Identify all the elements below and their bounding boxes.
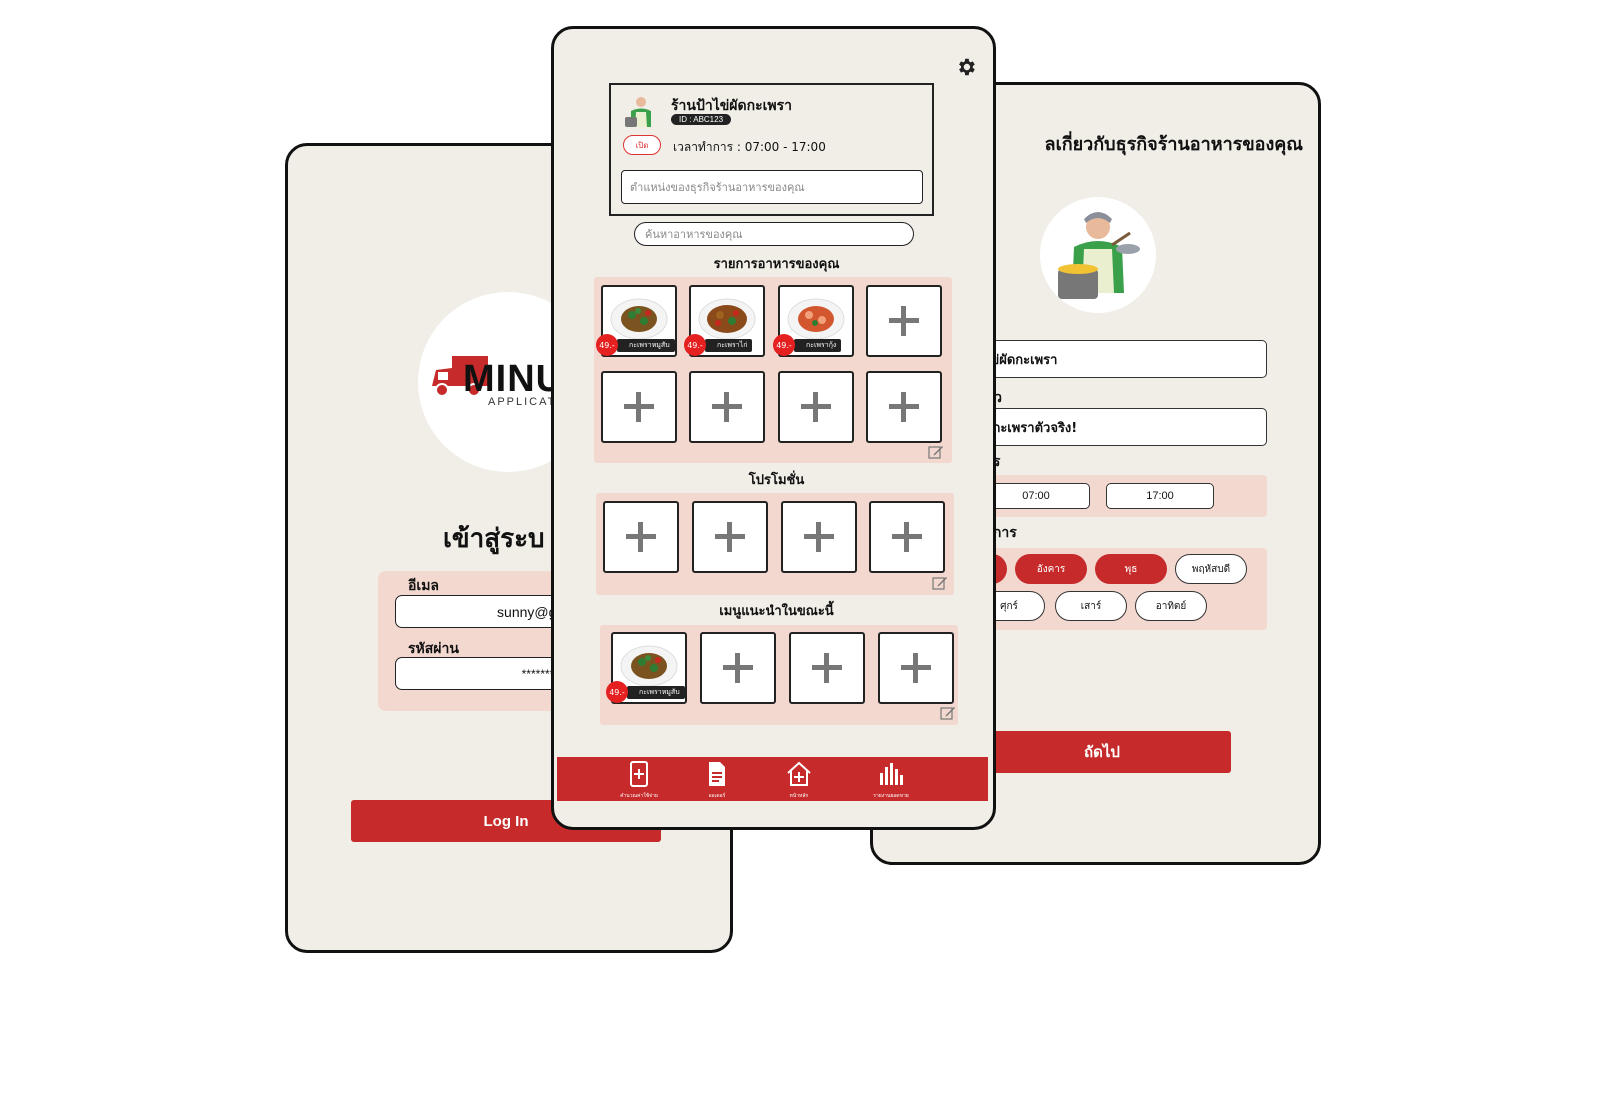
food-search-input[interactable]: ค้นหาอาหารของคุณ — [634, 222, 914, 246]
add-promo-button[interactable] — [603, 501, 679, 573]
menu-item-tile[interactable]: กะเพราหมูสับ 49.- — [596, 285, 677, 357]
add-recommend-button[interactable] — [789, 632, 865, 704]
chef-illustration-icon — [1058, 212, 1140, 299]
day-tuesday[interactable]: อังคาร — [1015, 554, 1087, 584]
menu-item-price: 49.- — [684, 334, 706, 356]
add-promo-button[interactable] — [869, 501, 945, 573]
food-image — [608, 291, 670, 343]
plus-icon — [889, 392, 919, 422]
gear-icon[interactable] — [955, 56, 977, 78]
day-thursday[interactable]: พฤหัสบดี — [1175, 554, 1247, 584]
promo-section-title: โปรโมชั่น — [748, 473, 805, 488]
menu-item-name: กะเพรากุ้ง — [794, 339, 842, 352]
add-menu-item-button[interactable] — [689, 371, 765, 443]
home-plus-icon — [787, 761, 811, 786]
plus-icon — [723, 653, 753, 683]
add-menu-item-button[interactable] — [866, 285, 942, 357]
shop-home-screen: ร้านป้าไข่ผัดกะเพรา ID : ABC123 เปิด เวล… — [551, 26, 996, 830]
logo-text: MINU — [463, 358, 565, 400]
nav-label: คำนวณค่าใช้จ่าย — [620, 793, 658, 799]
nav-label: รายงานยอดขาย — [873, 793, 909, 799]
plus-icon — [715, 522, 745, 552]
menu-item-tile[interactable]: กะเพรากุ้ง 49.- — [773, 285, 854, 357]
plus-icon — [624, 392, 654, 422]
nav-label: ออเดอร์ — [708, 793, 726, 799]
add-promo-button[interactable] — [781, 501, 857, 573]
food-image — [618, 638, 680, 690]
nav-orders[interactable]: ออเดอร์ — [677, 761, 757, 800]
recommend-item-name: กะเพราหมูสับ — [627, 686, 685, 699]
open-status-badge[interactable]: เปิด — [623, 135, 661, 155]
chef-avatar — [1040, 197, 1156, 313]
nav-label: หน้าหลัก — [789, 793, 809, 799]
menu-item-price: 49.- — [596, 334, 618, 356]
plus-icon — [801, 392, 831, 422]
shop-info-card: ร้านป้าไข่ผัดกะเพรา ID : ABC123 เปิด เวล… — [609, 83, 934, 216]
plus-icon — [626, 522, 656, 552]
add-menu-item-button[interactable] — [778, 371, 854, 443]
menu-item-price: 49.- — [773, 334, 795, 356]
menu-grid: กะเพราหมูสับ 49.- กะเพราไก่ 49.- กะเพราก… — [594, 277, 952, 463]
nav-home[interactable]: หน้าหลัก — [759, 761, 839, 800]
food-image — [785, 291, 847, 343]
plus-icon — [804, 522, 834, 552]
day-sunday[interactable]: อาทิตย์ — [1135, 591, 1207, 621]
shop-avatar-icon — [625, 97, 651, 127]
edit-icon[interactable] — [940, 705, 956, 721]
plus-icon — [712, 392, 742, 422]
edit-icon[interactable] — [932, 575, 948, 591]
recommend-section-title: เมนูแนะนำในขณะนี้ — [719, 604, 834, 619]
menu-item-tile[interactable]: กะเพราไก่ 49.- — [684, 285, 765, 357]
edit-icon[interactable] — [928, 444, 944, 460]
close-time-field[interactable]: 17:00 — [1106, 483, 1214, 509]
bottom-nav: คำนวณค่าใช้จ่าย ออเดอร์ หน้าหลัก รายงานย… — [557, 757, 988, 801]
promo-grid — [596, 493, 954, 595]
add-recommend-button[interactable] — [700, 632, 776, 704]
add-menu-item-button[interactable] — [601, 371, 677, 443]
add-promo-button[interactable] — [692, 501, 768, 573]
add-recommend-button[interactable] — [878, 632, 954, 704]
email-label: อีเมล — [408, 578, 440, 594]
login-title: เข้าสู่ระบ — [443, 524, 545, 554]
add-menu-item-button[interactable] — [866, 371, 942, 443]
recommend-item-tile[interactable]: กะเพราหมูสับ 49.- — [606, 632, 687, 704]
plus-icon — [889, 306, 919, 336]
plus-icon — [892, 522, 922, 552]
food-image — [696, 291, 758, 343]
nav-calculate-cost[interactable]: คำนวณค่าใช้จ่าย — [599, 761, 679, 800]
menu-item-name: กะเพราไก่ — [705, 339, 753, 352]
nav-sales-report[interactable]: รายงานยอดขาย — [851, 761, 931, 800]
day-saturday[interactable]: เสาร์ — [1055, 591, 1127, 621]
menu-section-title: รายการอาหารของคุณ — [713, 257, 840, 272]
menu-item-name: กะเพราหมูสับ — [617, 339, 675, 352]
logo-subtext: APPLICAT — [488, 396, 557, 408]
phone-plus-icon — [630, 761, 648, 787]
recommend-grid: กะเพราหมูสับ 49.- — [600, 625, 958, 725]
open-time-field[interactable]: 07:00 — [982, 483, 1090, 509]
plus-icon — [812, 653, 842, 683]
plus-icon — [901, 653, 931, 683]
next-button[interactable]: ถัดไป — [973, 731, 1231, 773]
shop-id-badge: ID : ABC123 — [671, 114, 732, 125]
document-icon — [709, 762, 725, 786]
business-hours: เวลาทำการ : 07:00 - 17:00 — [673, 140, 826, 154]
day-wednesday[interactable]: พุธ — [1095, 554, 1167, 584]
location-input[interactable]: ตำแหน่งของธุรกิจร้านอาหารของคุณ — [621, 170, 923, 204]
recommend-item-price: 49.- — [606, 681, 628, 703]
bar-chart-icon — [880, 763, 903, 785]
